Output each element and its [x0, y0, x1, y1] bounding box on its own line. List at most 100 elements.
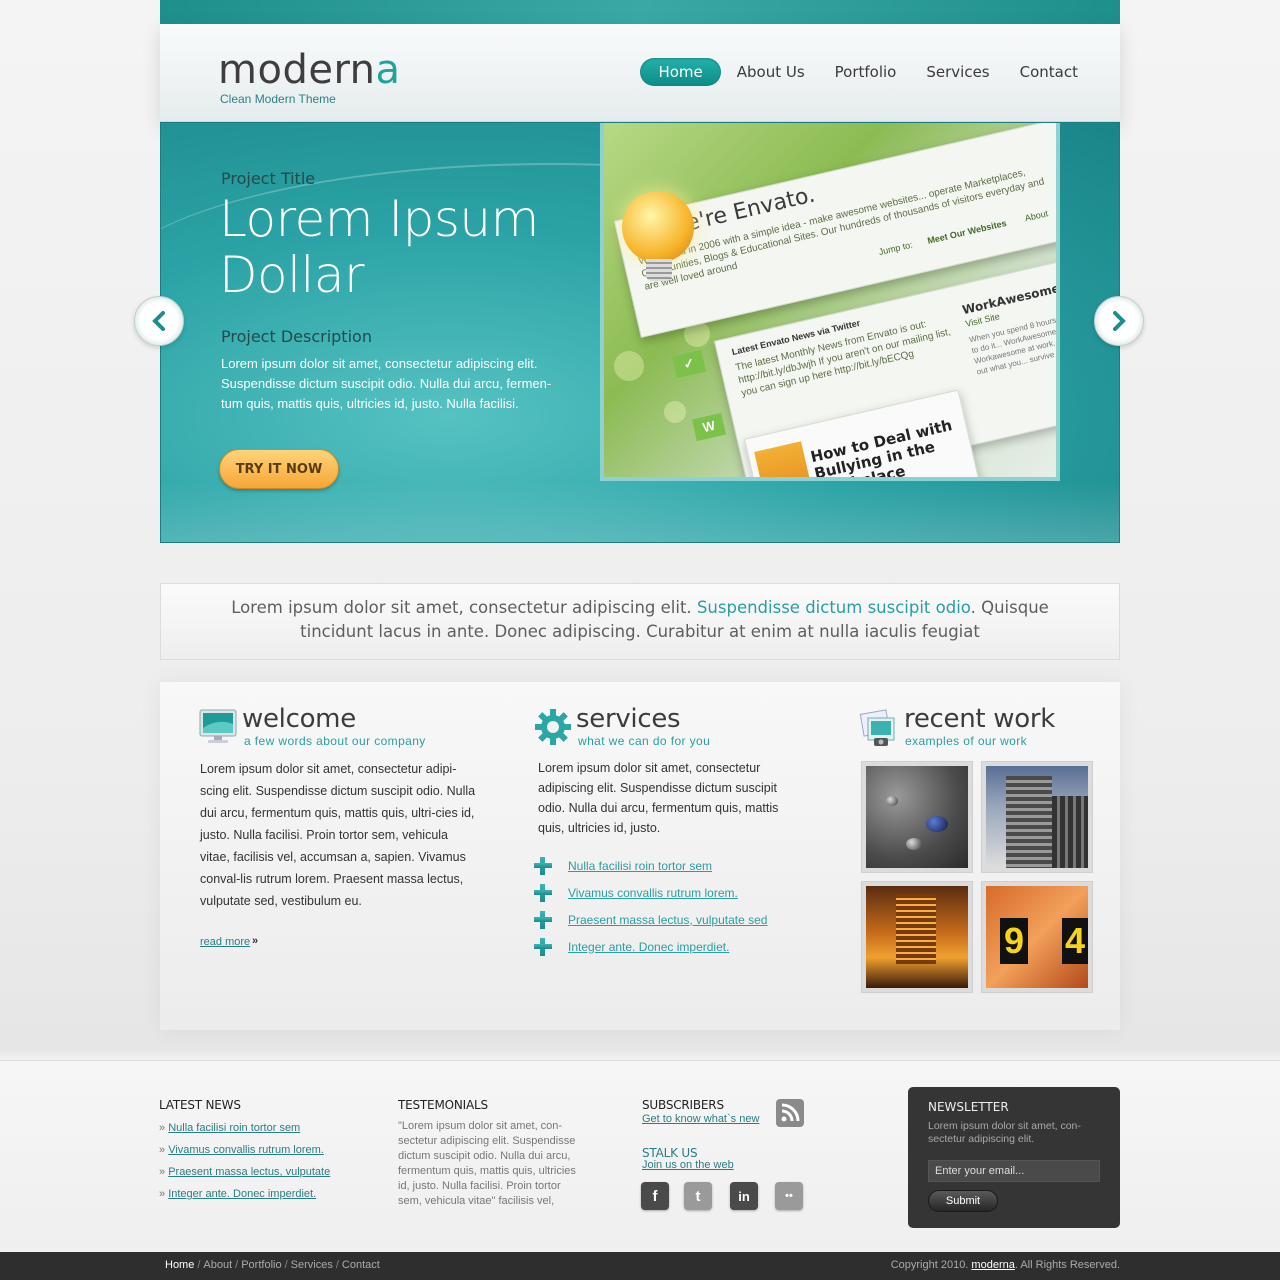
recent-work-column: recent work examples of our work 9 4 [858, 682, 1098, 993]
separator: / [284, 1259, 288, 1271]
hero-preview-image[interactable]: Hi, we're Envato. We started in 2006 wit… [600, 123, 1060, 481]
linkedin-icon[interactable]: in [730, 1182, 758, 1210]
latest-news-item: » Vivamus convallis rutrum lorem. [159, 1144, 330, 1166]
portfolio-thumb-numbers[interactable]: 9 4 [981, 881, 1093, 993]
newsletter-email-input[interactable] [928, 1160, 1100, 1182]
service-link-3[interactable]: Praesent massa lectus, vulputate sed [568, 913, 767, 927]
welcome-title: welcome [242, 704, 356, 734]
chevron-left-icon [152, 311, 165, 331]
portfolio-thumb-office-building[interactable] [981, 761, 1093, 873]
services-list-item: Praesent massa lectus, vulputate sed [534, 906, 767, 933]
hero-description: Lorem ipsum dolor sit amet, consectetur … [221, 356, 552, 411]
city-night-image [866, 886, 968, 988]
bottom-nav-portfolio[interactable]: Portfolio [241, 1259, 281, 1271]
news-bullet: » [159, 1188, 166, 1200]
separator: / [235, 1259, 239, 1271]
chevron-right-icon [1113, 311, 1126, 331]
portfolio-thumb-water-drops[interactable] [861, 761, 973, 873]
news-link-1[interactable]: Nulla facilisi roin tortor sem [168, 1122, 300, 1134]
logo-accent: a [375, 47, 401, 93]
hero-floor-glow [161, 482, 1119, 542]
facebook-icon[interactable]: f [641, 1182, 669, 1210]
subscribers-link[interactable]: Get to know what`s new [642, 1113, 759, 1125]
separator: / [197, 1259, 201, 1271]
read-more-link[interactable]: read more [200, 936, 250, 948]
number-nine-tile: 9 [1000, 918, 1028, 964]
read-more-arrow: » [252, 935, 259, 947]
services-title: services [576, 704, 681, 734]
latest-news-list: » Nulla facilisi roin tortor sem » Vivam… [159, 1122, 330, 1210]
twitter-icon[interactable]: t [684, 1182, 712, 1210]
rss-glyph-icon [781, 1103, 800, 1122]
newsletter-box: NEWSLETTER Lorem ipsum dolor sit amet, c… [908, 1087, 1120, 1228]
article-title: How to Deal with Bullying in the Workpla… [808, 416, 954, 481]
article-thumbnail [754, 441, 819, 477]
portfolio-thumb-city-night[interactable] [861, 881, 973, 993]
copyright-brand-link[interactable]: moderna [971, 1259, 1014, 1271]
newsletter-title: NEWSLETTER [928, 1100, 1009, 1114]
services-list: Nulla facilisi roin tortor sem Vivamus c… [534, 852, 767, 960]
workawesome-title: WorkAwesome [960, 281, 1060, 318]
news-bullet: » [159, 1144, 166, 1156]
latest-news-item: » Nulla facilisi roin tortor sem [159, 1122, 330, 1144]
slider-next-button[interactable] [1094, 296, 1144, 346]
service-link-4[interactable]: Integer ante. Donec imperdiet. [568, 940, 729, 954]
logo[interactable]: moderna [218, 48, 401, 92]
news-link-4[interactable]: Integer ante. Donec imperdiet. [168, 1188, 316, 1200]
news-link-2[interactable]: Vivamus convallis rutrum lorem. [168, 1144, 324, 1156]
bottom-nav-contact[interactable]: Contact [342, 1259, 380, 1271]
bottom-nav-home[interactable]: Home [165, 1259, 194, 1271]
plus-icon [534, 856, 552, 875]
nav-services[interactable]: Services [912, 58, 1003, 86]
try-it-now-button[interactable]: TRY IT NOW [219, 449, 339, 489]
nav-about-us[interactable]: About Us [723, 58, 819, 86]
hero-title: Lorem Ipsum Dollar [219, 190, 539, 304]
site-header: moderna Clean Modern Theme Home About Us… [160, 24, 1120, 122]
twitter-bird-icon: ✓ [671, 349, 707, 379]
news-bullet: » [159, 1122, 166, 1134]
bokeh-light [664, 401, 686, 423]
service-link-1[interactable]: Nulla facilisi roin tortor sem [568, 859, 712, 873]
wordpress-w-icon: W [691, 412, 727, 442]
bottom-nav-services[interactable]: Services [291, 1259, 333, 1271]
slider-prev-button[interactable] [134, 296, 184, 346]
welcome-heading: welcome a few words about our company [198, 682, 488, 748]
nav-home[interactable]: Home [640, 58, 721, 86]
plus-icon [534, 883, 552, 902]
latest-news-item: » Integer ante. Donec imperdiet. [159, 1188, 330, 1210]
bottom-bar: Home / About / Portfolio / Services / Contact Co… [0, 1252, 1280, 1280]
intro-band: Lorem ipsum dolor sit amet, consectetur … [160, 583, 1120, 660]
services-column: services what we can do for you Lorem ip… [534, 682, 794, 956]
hero-description-heading: Project Description [221, 327, 372, 346]
bokeh-light [614, 351, 644, 381]
welcome-text: Lorem ipsum dolor sit amet, consectetur … [200, 762, 476, 908]
rss-icon[interactable] [776, 1099, 804, 1127]
recent-work-subtitle: examples of our work [905, 734, 1028, 748]
water-drop [906, 838, 922, 850]
bottom-nav: Home / About / Portfolio / Services / Contact [165, 1259, 380, 1271]
separator: / [335, 1259, 339, 1271]
services-list-item: Vivamus convallis rutrum lorem. [534, 879, 767, 906]
welcome-subtitle: a few words about our company [244, 734, 426, 748]
plus-icon [534, 937, 552, 956]
numbers-image: 9 4 [986, 886, 1088, 988]
nav-contact[interactable]: Contact [1006, 58, 1092, 86]
service-link-2[interactable]: Vivamus convallis rutrum lorem. [568, 886, 738, 900]
recent-work-heading: recent work examples of our work [858, 682, 1098, 748]
newsletter-text: Lorem ipsum dolor sit amet, con-sectetur… [928, 1120, 1081, 1145]
newsletter-submit-button[interactable]: Submit [928, 1190, 998, 1212]
join-us-link[interactable]: Join us on the web [642, 1159, 734, 1171]
gear-icon [535, 709, 571, 745]
building-shape [896, 894, 936, 964]
flickr-icon[interactable]: •• [775, 1182, 803, 1210]
about-link: About [1023, 208, 1050, 224]
nav-portfolio[interactable]: Portfolio [821, 58, 911, 86]
services-text: Lorem ipsum dolor sit amet, consectetur … [538, 761, 779, 835]
bottom-nav-about[interactable]: About [203, 1259, 232, 1271]
intro-highlight: Suspendisse dictum suscipit odio [696, 598, 971, 617]
latest-news-title: LATEST NEWS [159, 1098, 241, 1112]
news-bullet: » [159, 1166, 166, 1178]
intro-text-start: Lorem ipsum dolor sit amet, consectetur … [231, 598, 697, 617]
news-link-3[interactable]: Praesent massa lectus, vulputate [168, 1166, 330, 1178]
copyright-prefix: Copyright 2010. [890, 1259, 972, 1271]
